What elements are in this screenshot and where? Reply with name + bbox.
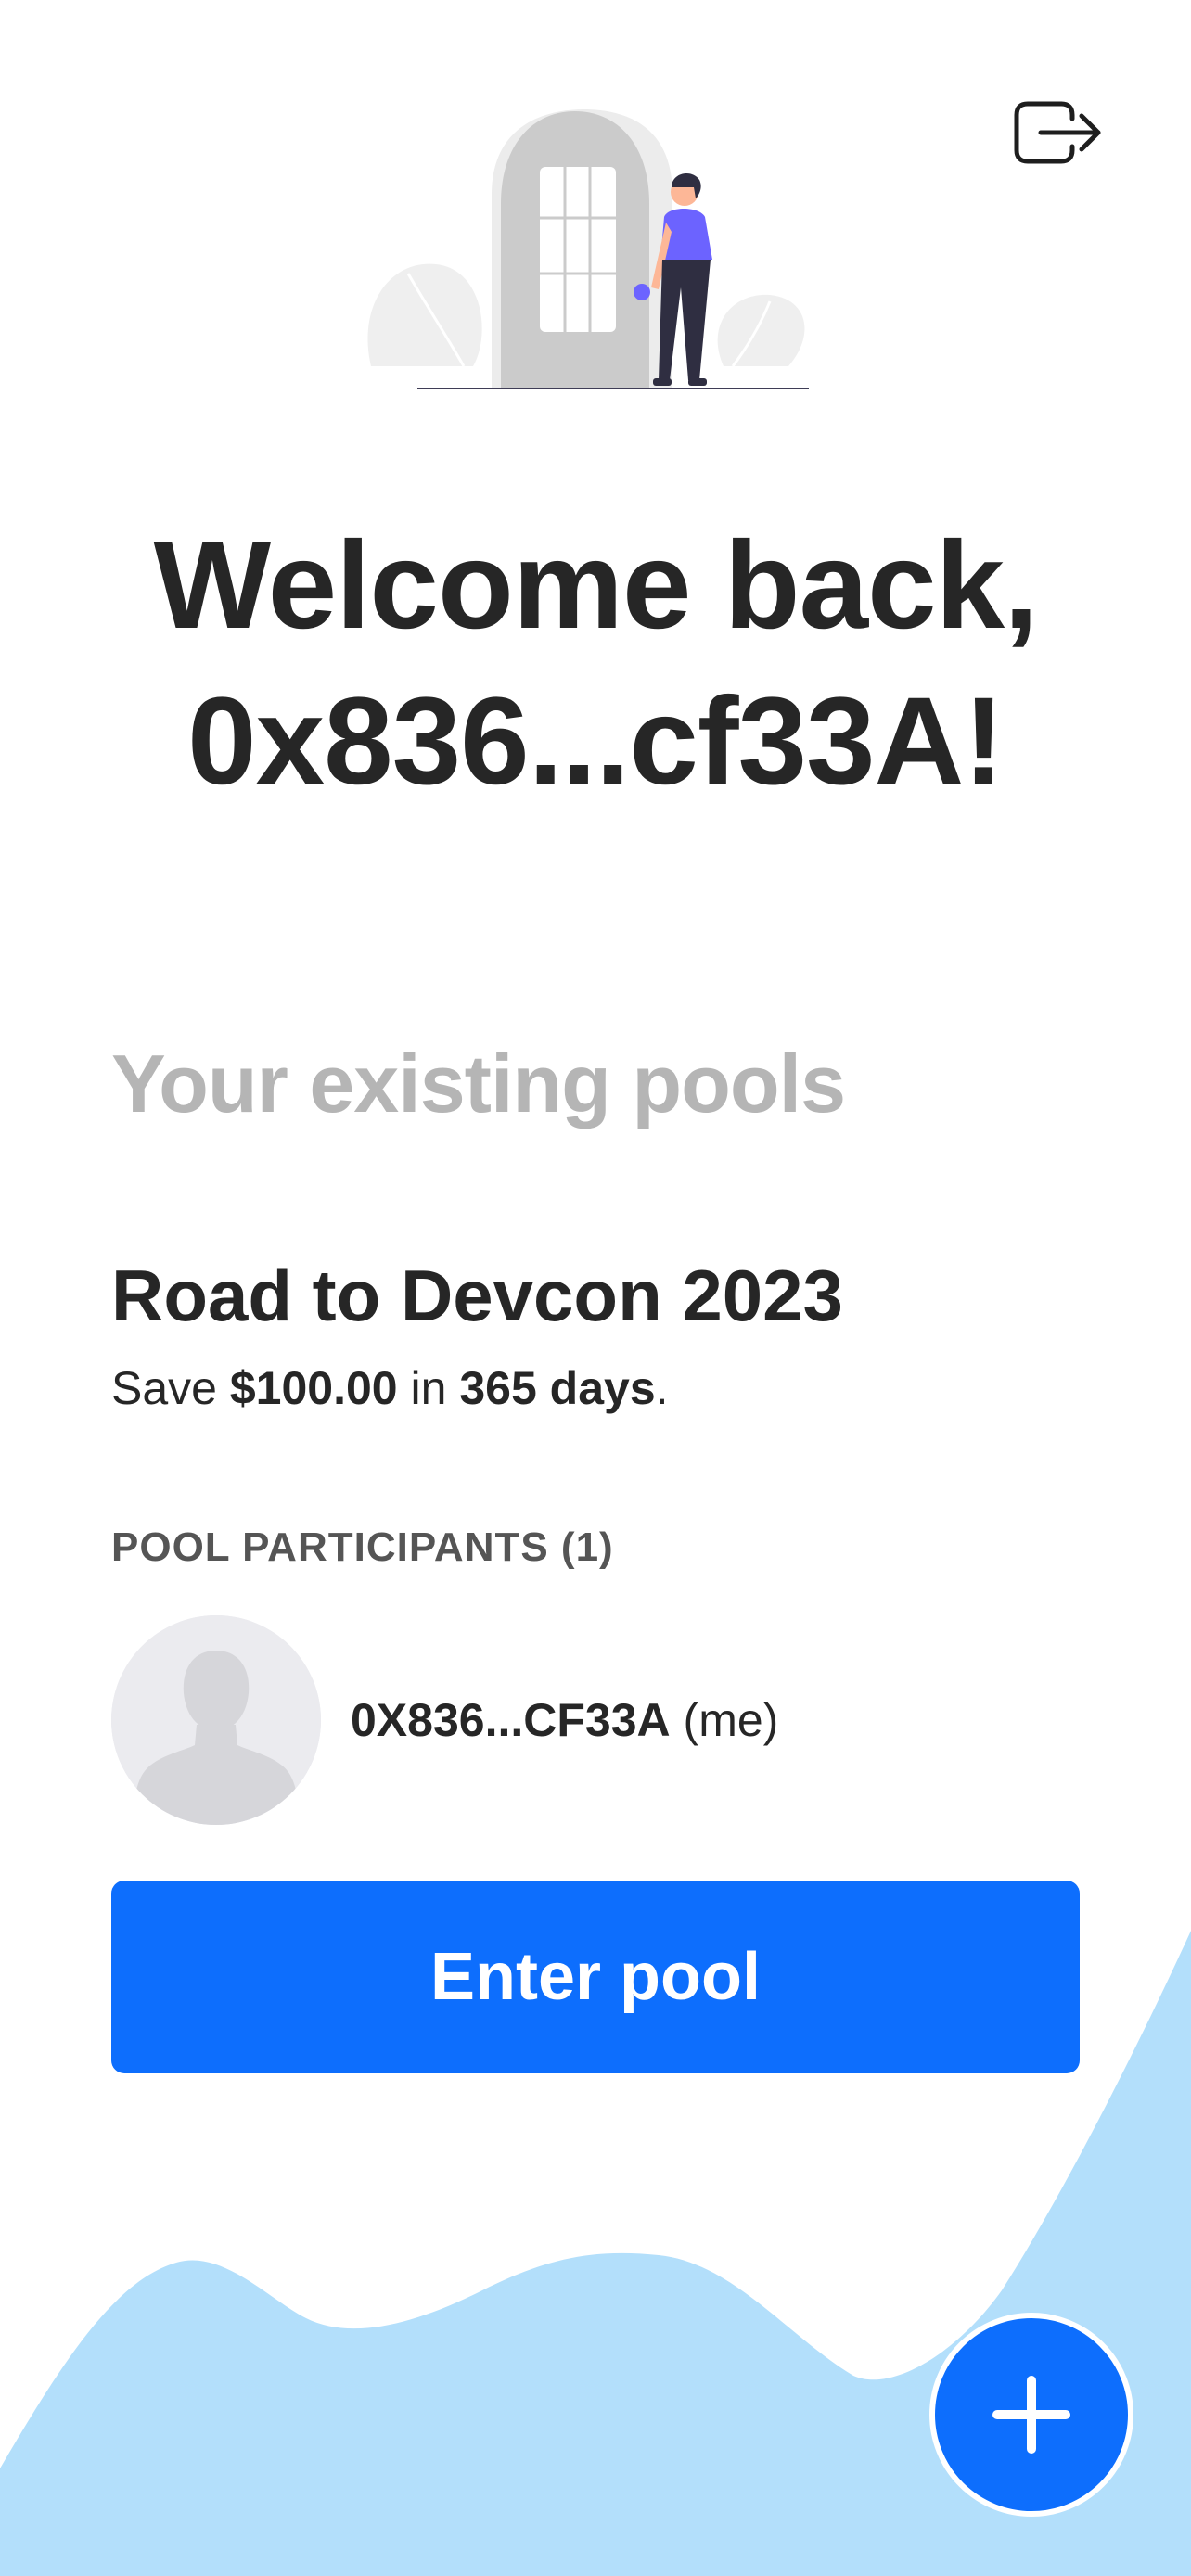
welcome-wallet-address: 0x836...cf33A! xyxy=(187,672,1005,810)
enter-pool-button[interactable]: Enter pool xyxy=(111,1881,1080,2073)
pool-duration: 365 days xyxy=(459,1362,656,1414)
default-avatar-icon xyxy=(111,1615,321,1825)
logout-button[interactable] xyxy=(1007,91,1109,174)
participant-address: 0X836...CF33A xyxy=(351,1694,671,1746)
pool-summary: Save $100.00 in 365 days. xyxy=(111,1361,669,1415)
person-at-door-illustration xyxy=(367,109,809,389)
add-pool-button[interactable] xyxy=(929,2313,1133,2517)
summary-prefix: Save xyxy=(111,1362,217,1414)
avatar xyxy=(111,1615,321,1825)
pool-name: Road to Devcon 2023 xyxy=(111,1255,843,1336)
pool-amount: $100.00 xyxy=(229,1362,398,1414)
logout-icon xyxy=(1014,101,1101,164)
plus-icon xyxy=(992,2376,1070,2454)
pool-participants-label: POOL PARTICIPANTS (1) xyxy=(111,1524,614,1570)
welcome-line-1: Welcome back, xyxy=(153,516,1039,655)
welcome-heading: Welcome back, 0x836...cf33A! xyxy=(0,508,1191,820)
participant-me-tag: (me) xyxy=(683,1694,779,1746)
summary-suffix: . xyxy=(655,1362,669,1414)
participant-text: 0X836...CF33A (me) xyxy=(351,1693,778,1747)
summary-mid: in xyxy=(410,1362,447,1414)
participant-item: 0X836...CF33A (me) xyxy=(111,1615,778,1825)
existing-pools-heading: Your existing pools xyxy=(111,1038,846,1129)
